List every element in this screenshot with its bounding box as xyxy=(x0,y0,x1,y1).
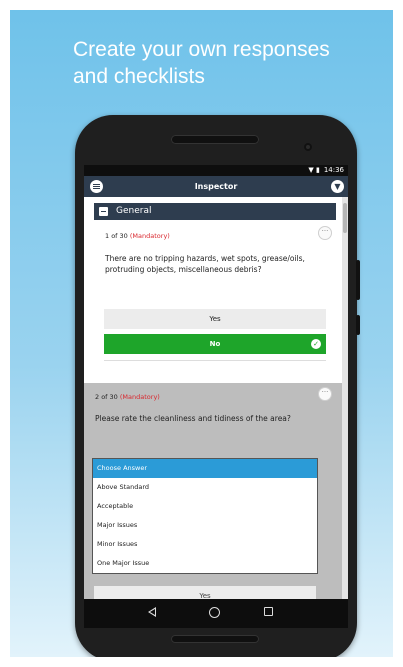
scrollbar[interactable] xyxy=(342,197,348,599)
app-title: Inspector xyxy=(194,182,238,191)
phone-speaker-bottom xyxy=(171,635,259,643)
mandatory-label: (Mandatory) xyxy=(119,393,160,401)
scrollbar-thumb[interactable] xyxy=(343,203,347,233)
question-text: Please rate the cleanliness and tidiness… xyxy=(95,414,291,423)
home-icon[interactable] xyxy=(209,607,220,618)
dropdown-option-acceptable[interactable]: Acceptable xyxy=(93,497,317,516)
phone-volume-button xyxy=(356,315,360,335)
back-icon[interactable] xyxy=(148,607,156,617)
more-options-icon[interactable]: ··· xyxy=(318,387,332,401)
dropdown-option-one-major-issue[interactable]: One Major Issue xyxy=(93,554,317,573)
filter-icon[interactable]: ▼ xyxy=(331,180,344,193)
recent-apps-icon[interactable] xyxy=(264,607,273,616)
mandatory-label: (Mandatory) xyxy=(129,232,170,240)
status-time: 14:36 xyxy=(323,166,344,174)
section-header[interactable]: General xyxy=(94,203,336,220)
checkmark-icon: ✓ xyxy=(311,339,321,349)
answer-yes-button[interactable]: Yes xyxy=(104,309,326,329)
headline: Create your own responses and checklists xyxy=(73,36,373,90)
question-number: 2 of 30 (Mandatory) xyxy=(95,393,160,401)
dropdown-option-above-standard[interactable]: Above Standard xyxy=(93,478,317,497)
divider xyxy=(104,360,326,361)
promo-card: Create your own responses and checklists… xyxy=(10,10,393,657)
app-bar: Inspector ▼ xyxy=(84,176,348,197)
dropdown-option-choose-answer[interactable]: Choose Answer xyxy=(93,459,317,478)
answer-no-button[interactable]: No ✓ xyxy=(104,334,326,354)
android-nav-bar xyxy=(84,599,348,628)
question-card: 1 of 30 (Mandatory) ··· There are no tri… xyxy=(94,222,336,372)
question-text: There are no tripping hazards, wet spots… xyxy=(105,254,305,274)
section-title: General xyxy=(116,206,152,216)
answer-dropdown[interactable]: Choose Answer Above Standard Acceptable … xyxy=(92,458,318,574)
phone-frame: ▼ ▮ 14:36 Inspector ▼ General 1 of 30 (Ma… xyxy=(75,115,360,657)
phone-speaker xyxy=(171,135,259,144)
phone-camera xyxy=(304,143,312,151)
phone-side-button xyxy=(356,260,360,300)
answer-yes-button[interactable]: Yes xyxy=(94,586,316,599)
headline-line-1: Create your own responses xyxy=(73,38,330,61)
dropdown-option-minor-issues[interactable]: Minor Issues xyxy=(93,535,317,554)
inspection-content: General 1 of 30 (Mandatory) ··· There ar… xyxy=(84,197,342,599)
more-options-icon[interactable]: ··· xyxy=(318,226,332,240)
status-icons: ▼ ▮ xyxy=(308,166,320,174)
dropdown-option-major-issues[interactable]: Major Issues xyxy=(93,516,317,535)
headline-line-2: and checklists xyxy=(73,65,205,88)
collapse-icon[interactable] xyxy=(99,207,108,216)
status-bar: ▼ ▮ 14:36 xyxy=(84,165,348,176)
answer-no-label: No xyxy=(209,340,221,348)
question-number: 1 of 30 (Mandatory) xyxy=(105,232,170,240)
phone-screen: ▼ ▮ 14:36 Inspector ▼ General 1 of 30 (Ma… xyxy=(84,165,348,628)
